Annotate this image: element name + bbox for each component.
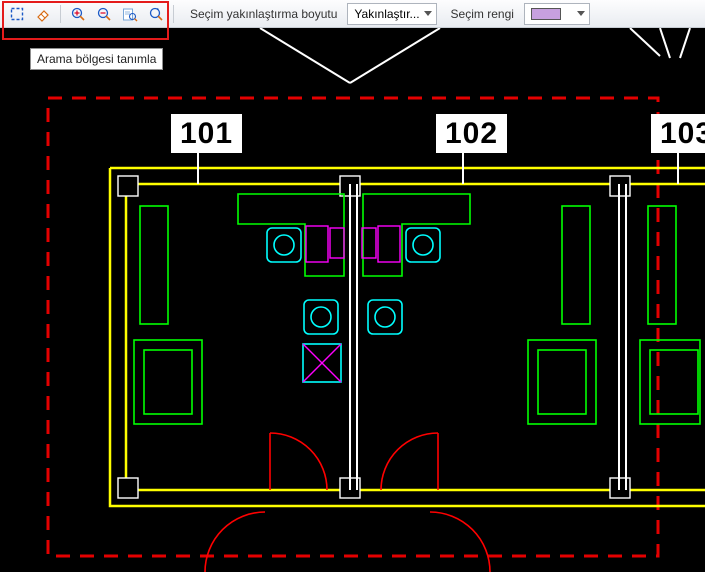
room-label: 103 [651, 114, 705, 153]
color-swatch [531, 8, 561, 20]
tooltip-text: Arama bölgesi tanımla [37, 52, 156, 66]
chevron-down-icon [577, 11, 585, 17]
clear-region-button[interactable] [32, 3, 54, 25]
room-label-text: 103 [660, 117, 705, 150]
zoom-drawing-button[interactable] [119, 3, 141, 25]
room-label: 101 [171, 114, 242, 153]
tooltip: Arama bölgesi tanımla [30, 48, 163, 70]
room-label-text: 102 [445, 117, 498, 150]
drawing-canvas[interactable]: 101 102 103 [0, 28, 705, 572]
drawing-svg [0, 28, 705, 572]
zoom-in-button[interactable] [67, 3, 89, 25]
select-rect-icon [9, 6, 25, 22]
zoom-auto-button[interactable] [145, 3, 167, 25]
zoom-drawing-icon [122, 6, 138, 22]
zoom-auto-icon [148, 6, 164, 22]
define-search-region-button[interactable] [6, 3, 28, 25]
chevron-down-icon [424, 11, 432, 17]
zoom-in-icon [70, 6, 86, 22]
toolbar-separator [60, 5, 61, 23]
zoom-size-select[interactable]: Yakınlaştır... [347, 3, 436, 25]
room-label-text: 101 [180, 117, 233, 150]
eraser-icon [35, 6, 51, 22]
toolbar: Seçim yakınlaştırma boyutu Yakınlaştır..… [0, 0, 705, 28]
toolbar-separator [173, 5, 174, 23]
selection-color-select[interactable] [524, 3, 590, 25]
zoom-out-button[interactable] [93, 3, 115, 25]
zoom-size-value: Yakınlaştır... [354, 7, 419, 21]
room-label: 102 [436, 114, 507, 153]
selection-color-label: Seçim rengi [441, 7, 520, 21]
zoom-out-icon [96, 6, 112, 22]
zoom-size-label: Seçim yakınlaştırma boyutu [180, 7, 343, 21]
